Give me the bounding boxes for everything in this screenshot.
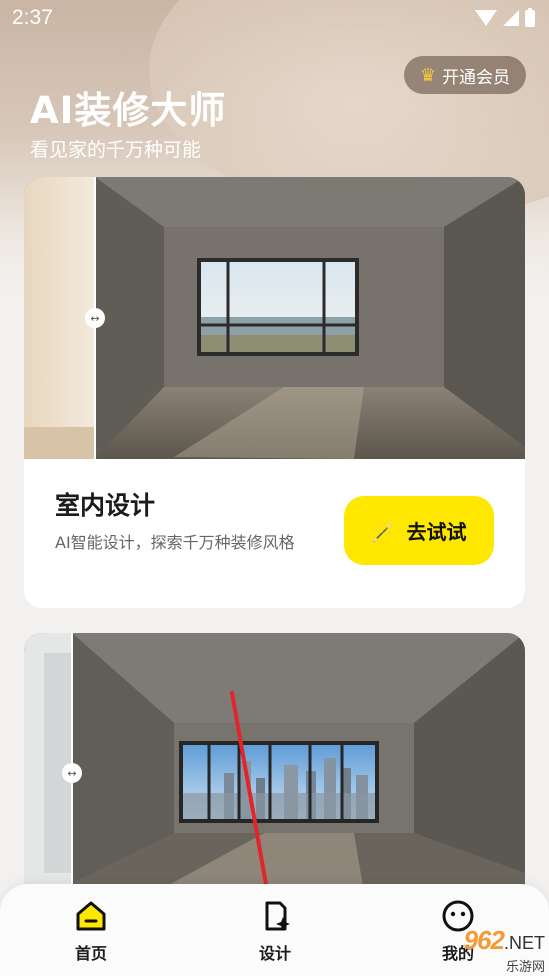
room-comparison-image-2[interactable]: ↔ — [24, 633, 525, 893]
card-title: 室内设计 — [55, 491, 156, 520]
watermark-brand: 962 — [463, 925, 505, 955]
status-time: 2:37 — [12, 6, 53, 29]
nav-label-design: 设计 — [258, 944, 291, 963]
status-bar: 2:37 — [0, 0, 549, 36]
watermark-logo: 962.NET 乐游网 — [420, 925, 545, 974]
signal-icon — [503, 10, 519, 26]
interior-design-card[interactable]: ↔ 室内设计 AI智能设计，探索千万种装修风格 🪄 去试试 — [24, 177, 525, 608]
vip-button-label: 开通会员 — [442, 67, 511, 88]
battery-icon — [525, 7, 535, 27]
app-subtitle: 看见家的千万种可能 — [30, 139, 202, 161]
card-description: AI智能设计，探索千万种装修风格 — [55, 533, 295, 552]
svg-text:↔: ↔ — [67, 767, 76, 780]
try-button-label: 去试试 — [406, 520, 467, 544]
app-title: AI装修大师 — [30, 89, 227, 132]
room-comparison-image[interactable]: ↔ — [24, 177, 525, 459]
watermark-sub: 乐游网 — [505, 959, 545, 974]
svg-text:↔: ↔ — [90, 312, 99, 325]
nav-item-home[interactable]: 首页 — [51, 896, 131, 964]
nav-label-home: 首页 — [74, 944, 107, 963]
home-icon — [51, 896, 131, 936]
nav-item-design[interactable]: 设计 — [235, 896, 315, 964]
magic-wand-icon: 🪄 — [371, 518, 397, 543]
vip-button[interactable]: ♛ 开通会员 — [404, 56, 526, 94]
try-button[interactable]: 🪄 去试试 — [344, 496, 494, 565]
wifi-icon — [475, 10, 497, 26]
watermark-net: .NET — [503, 933, 545, 953]
status-icons — [475, 7, 535, 27]
design-icon — [235, 896, 315, 936]
crown-icon: ♛ — [419, 64, 437, 86]
